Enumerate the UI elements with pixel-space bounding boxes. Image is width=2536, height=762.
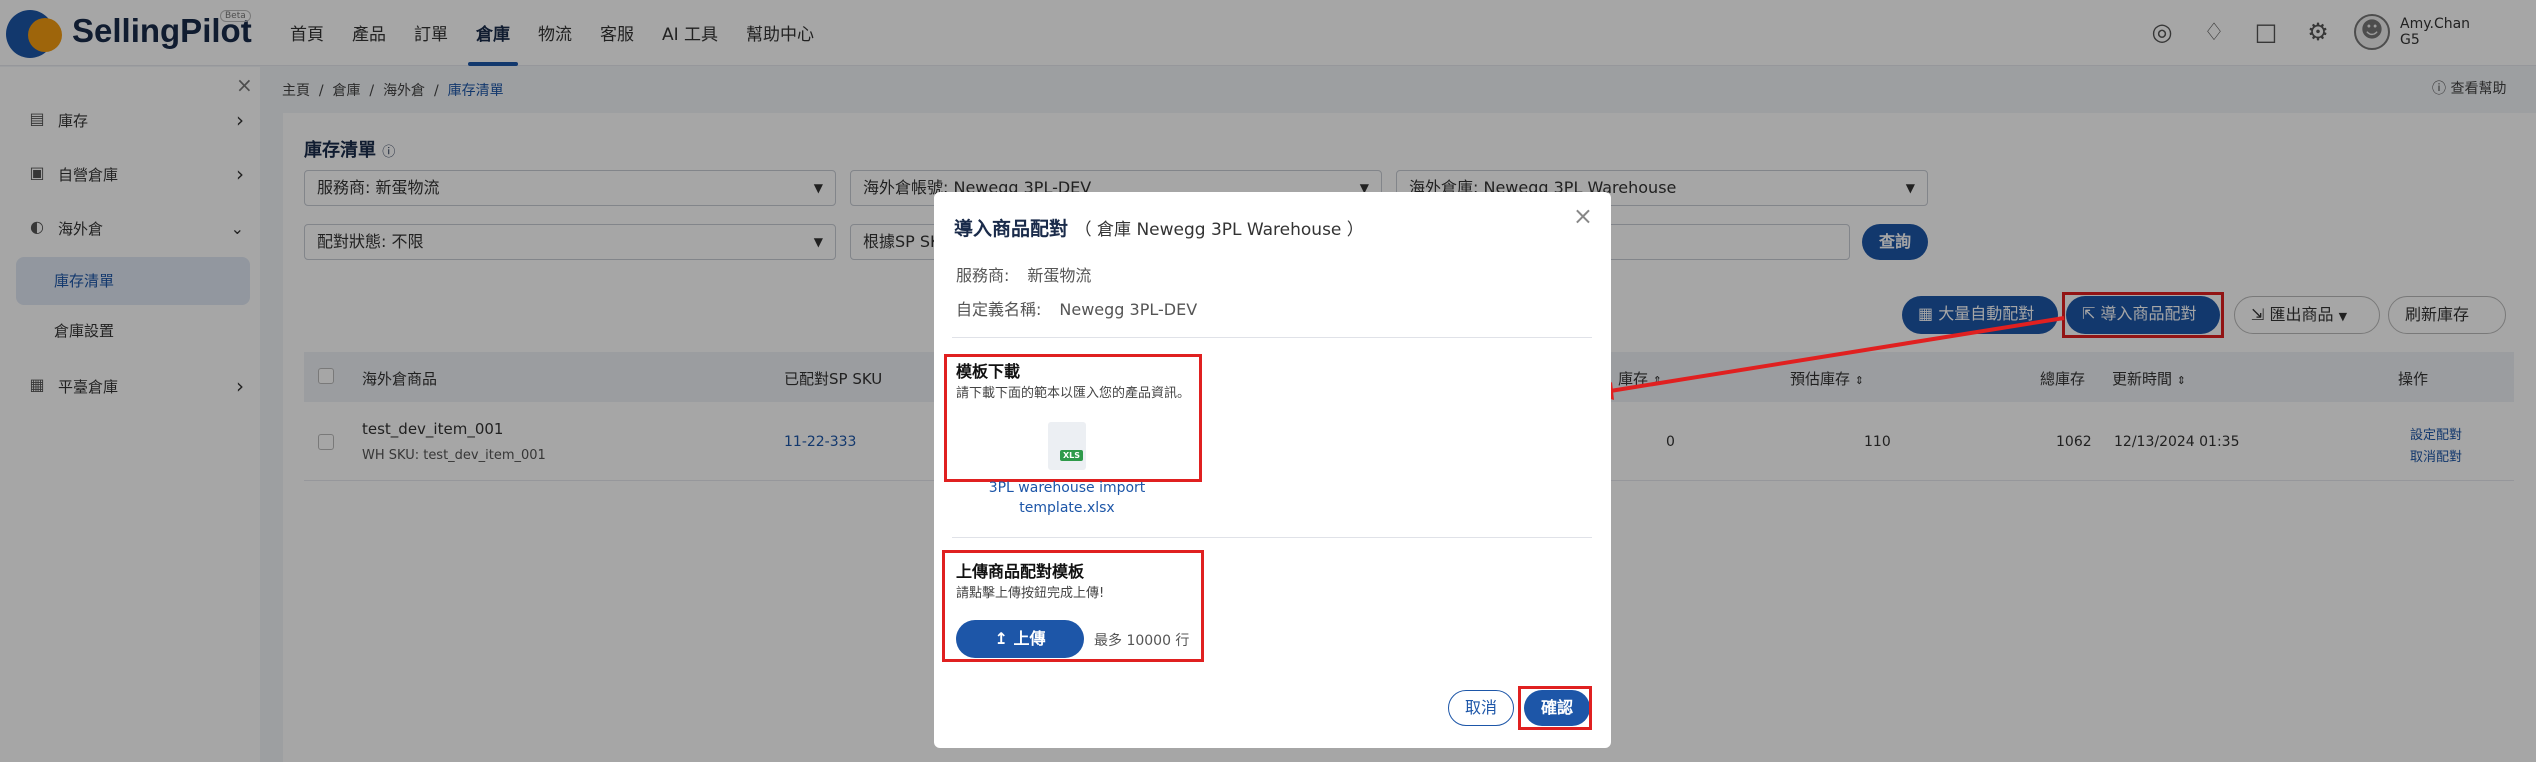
upload-title: 上傳商品配對模板 <box>956 562 1085 581</box>
upload-label: 上傳 <box>1013 629 1046 648</box>
template-download-link[interactable]: 3PL warehouse import template.xlsx <box>964 478 1170 518</box>
modal-subtitle: （ 倉庫 Newegg 3PL Warehouse ） <box>1074 220 1364 240</box>
upload-button[interactable]: ↥ 上傳 <box>956 620 1084 658</box>
provider-value: 新蛋物流 <box>1027 266 1092 285</box>
template-title: 模板下載 <box>956 362 1021 381</box>
highlight-box <box>1518 686 1592 730</box>
cancel-button[interactable]: 取消 <box>1448 690 1514 726</box>
divider <box>952 337 1592 338</box>
close-icon[interactable]: × <box>1573 202 1593 230</box>
template-desc: 請下載下面的範本以匯入您的產品資訊。 <box>956 386 1191 401</box>
xls-tag: XLS <box>1060 450 1084 461</box>
import-match-dialog: 導入商品配對 （ 倉庫 Newegg 3PL Warehouse ） × 服務商… <box>934 192 1611 748</box>
provider-label: 服務商: <box>956 266 1010 285</box>
alias-value: Newegg 3PL-DEV <box>1059 300 1198 319</box>
upload-icon: ↥ <box>994 629 1008 648</box>
alias-row: 自定義名稱: Newegg 3PL-DEV <box>956 296 1197 320</box>
upload-hint: 最多 10000 行 <box>1094 633 1190 649</box>
divider <box>952 537 1592 538</box>
xls-file-icon[interactable]: XLS <box>1048 422 1086 470</box>
alias-label: 自定義名稱: <box>956 300 1042 319</box>
provider-row: 服務商: 新蛋物流 <box>956 262 1091 286</box>
modal-title-text: 導入商品配對 <box>954 218 1069 240</box>
modal-title: 導入商品配對 （ 倉庫 Newegg 3PL Warehouse ） <box>954 214 1364 241</box>
upload-desc: 請點擊上傳按鈕完成上傳! <box>956 586 1105 601</box>
